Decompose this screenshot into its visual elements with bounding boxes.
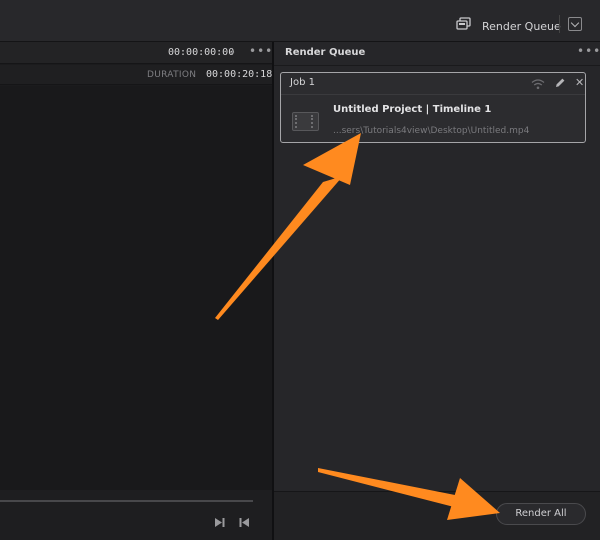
render-job-output-path: ...sers\Tutorials4view\Desktop\Untitled.… bbox=[333, 126, 530, 136]
scrub-track[interactable] bbox=[0, 500, 253, 502]
close-icon[interactable]: ✕ bbox=[575, 76, 584, 89]
duration-label: DURATION bbox=[147, 70, 197, 80]
transport-area bbox=[0, 490, 272, 540]
skip-to-end-icon[interactable] bbox=[214, 517, 225, 528]
render-queue-title: Render Queue bbox=[285, 47, 366, 58]
timecode-display: 00:00:00:00 bbox=[168, 47, 235, 58]
render-queue-icon[interactable] bbox=[456, 17, 472, 31]
viewer-more-options-icon[interactable]: ••• bbox=[249, 44, 273, 58]
skip-to-start-icon[interactable] bbox=[239, 517, 250, 528]
render-all-button[interactable]: Render All bbox=[496, 503, 586, 525]
pencil-icon[interactable] bbox=[554, 77, 566, 89]
duration-value: 00:00:20:18 bbox=[206, 69, 273, 80]
chevron-down-icon[interactable] bbox=[568, 17, 582, 31]
render-queue-more-options-icon[interactable]: ••• bbox=[577, 44, 600, 58]
remote-render-icon[interactable] bbox=[531, 78, 545, 90]
render-job-label: Job 1 bbox=[290, 77, 315, 88]
film-strip-icon bbox=[292, 112, 319, 131]
render-job-name: Untitled Project | Timeline 1 bbox=[333, 104, 492, 115]
timecode-chevron-icon[interactable]: ⌄ bbox=[228, 46, 236, 57]
viewer-canvas bbox=[0, 86, 272, 490]
render-queue-toolbar-label[interactable]: Render Queue bbox=[482, 20, 561, 33]
toolbar-divider bbox=[559, 15, 560, 33]
